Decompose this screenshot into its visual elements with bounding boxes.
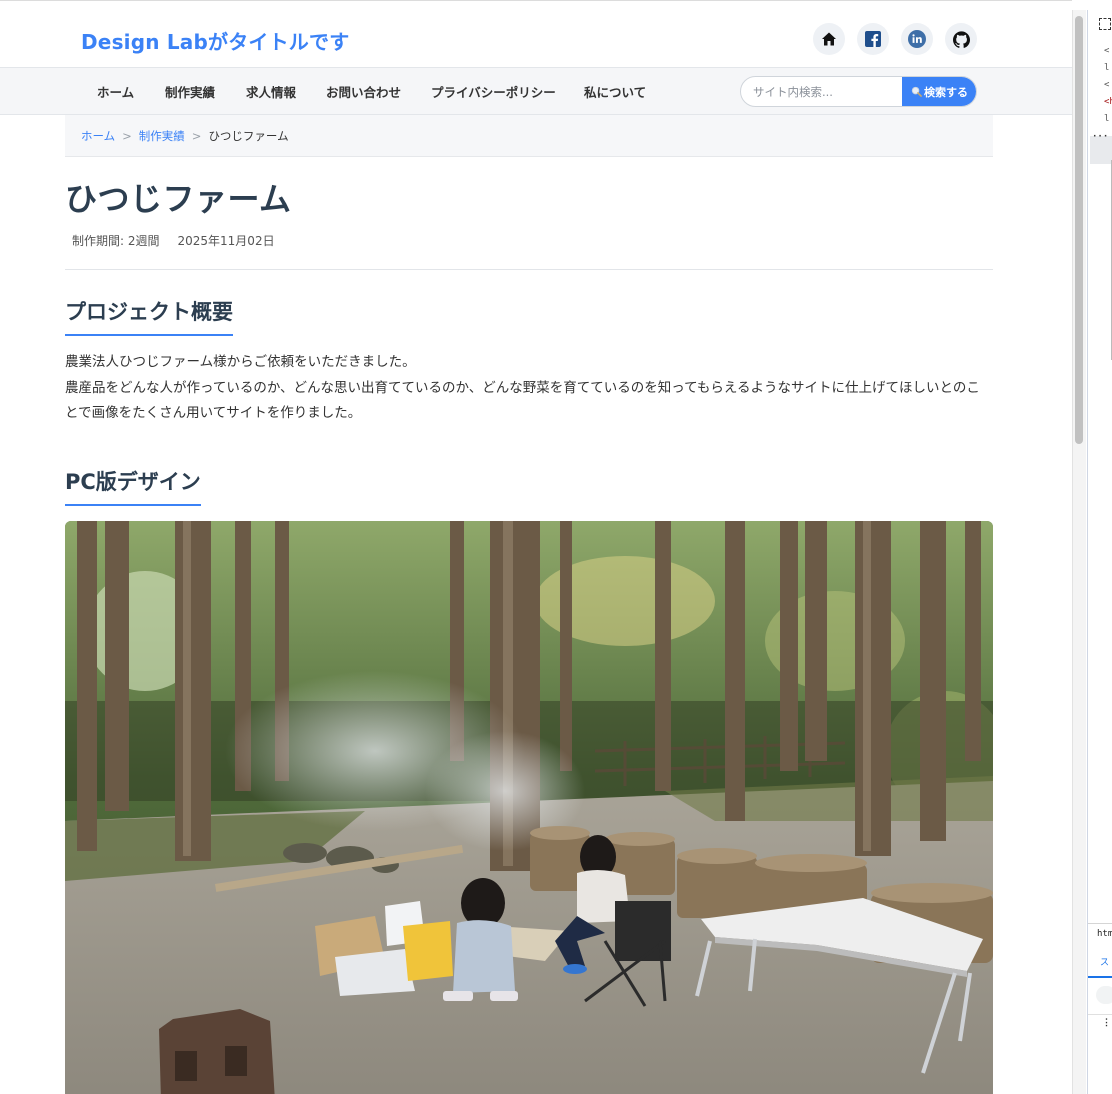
page-title: ひつじファーム <box>65 180 292 218</box>
home-icon <box>822 32 836 46</box>
breadcrumb-separator: > <box>191 128 202 143</box>
kebab-menu-icon[interactable]: ⋮ <box>1102 1018 1111 1028</box>
home-link[interactable] <box>813 23 845 55</box>
production-period: 制作期間: 2週間 <box>72 234 160 248</box>
nav-item-works[interactable]: 制作実績 <box>165 82 215 101</box>
nav-item-about[interactable]: 私について <box>584 82 646 101</box>
section-heading-overview: プロジェクト概要 <box>65 296 233 336</box>
page-viewport: Design Labがタイトルです ホーム 制作実績 求人情報 お問い合わせ プ… <box>0 0 1072 1094</box>
devtools-code-line: l <box>1104 63 1110 73</box>
search-input[interactable] <box>741 77 902 106</box>
devtools-breadcrumb[interactable]: htm <box>1097 929 1112 939</box>
search-button-label: 検索する <box>924 85 968 99</box>
breadcrumb-current: ひつじファーム <box>208 128 289 143</box>
breadcrumb: ホーム > 制作実績 > ひつじファーム <box>65 115 993 157</box>
search-form: 検索する <box>740 76 977 107</box>
nav-item-contact[interactable]: お問い合わせ <box>326 82 401 101</box>
divider <box>1088 923 1112 924</box>
facebook-link[interactable] <box>857 23 889 55</box>
divider <box>1088 1014 1112 1015</box>
scrollbar-thumb[interactable] <box>1075 16 1083 444</box>
github-link[interactable] <box>945 23 977 55</box>
nav-item-privacy[interactable]: プライバシーポリシー <box>431 82 556 101</box>
devtools-panel: < l < <h l ··· htm ス ⋮ <box>1087 10 1112 1094</box>
overview-paragraph: 農業法人ひつじファーム様からご依頼をいただきました。 <box>65 354 416 370</box>
nav-item-home[interactable]: ホーム <box>97 82 134 101</box>
search-icon <box>911 86 922 97</box>
site-title[interactable]: Design Labがタイトルです <box>81 26 349 55</box>
main-nav: ホーム 制作実績 求人情報 お問い合わせ プライバシーポリシー 私について 検索… <box>0 68 1072 115</box>
search-button[interactable]: 検索する <box>902 77 976 106</box>
filter-icon[interactable] <box>1096 986 1112 1004</box>
breadcrumb-home[interactable]: ホーム <box>81 128 115 144</box>
more-icon[interactable]: ··· <box>1092 132 1108 142</box>
facebook-icon <box>865 31 881 47</box>
divider <box>65 269 993 270</box>
article-meta: 制作期間: 2週間 2025年11月02日 <box>72 232 275 249</box>
nav-item-jobs[interactable]: 求人情報 <box>246 82 296 101</box>
devtools-code-line: < <box>1104 46 1110 56</box>
devtools-code-line: < <box>1104 80 1110 90</box>
site-header: Design Labがタイトルです <box>0 11 1072 68</box>
linkedin-link[interactable] <box>901 23 933 55</box>
overview-text: 農業法人ひつじファーム様からご依頼をいただきました。 農産品をどんな人が作ってい… <box>65 350 993 427</box>
publish-date: 2025年11月02日 <box>177 234 275 248</box>
breadcrumb-separator: > <box>122 128 132 143</box>
overview-paragraph: 農産品をどんな人が作っているのか、どんな思い出育てているのか、どんな野菜を育てて… <box>65 379 980 422</box>
section-heading-pc-design: PC版デザイン <box>65 466 201 506</box>
github-icon <box>952 30 970 48</box>
active-tab-indicator <box>1088 976 1112 978</box>
pc-design-image <box>65 521 993 1094</box>
devtools-code-line: l <box>1104 114 1110 124</box>
inspect-element-icon[interactable] <box>1099 18 1111 30</box>
devtools-code-line: <h <box>1104 97 1112 107</box>
linkedin-icon <box>908 30 926 48</box>
devtools-styles-tab[interactable]: ス <box>1100 955 1109 968</box>
breadcrumb-works[interactable]: 制作実績 <box>139 128 185 144</box>
